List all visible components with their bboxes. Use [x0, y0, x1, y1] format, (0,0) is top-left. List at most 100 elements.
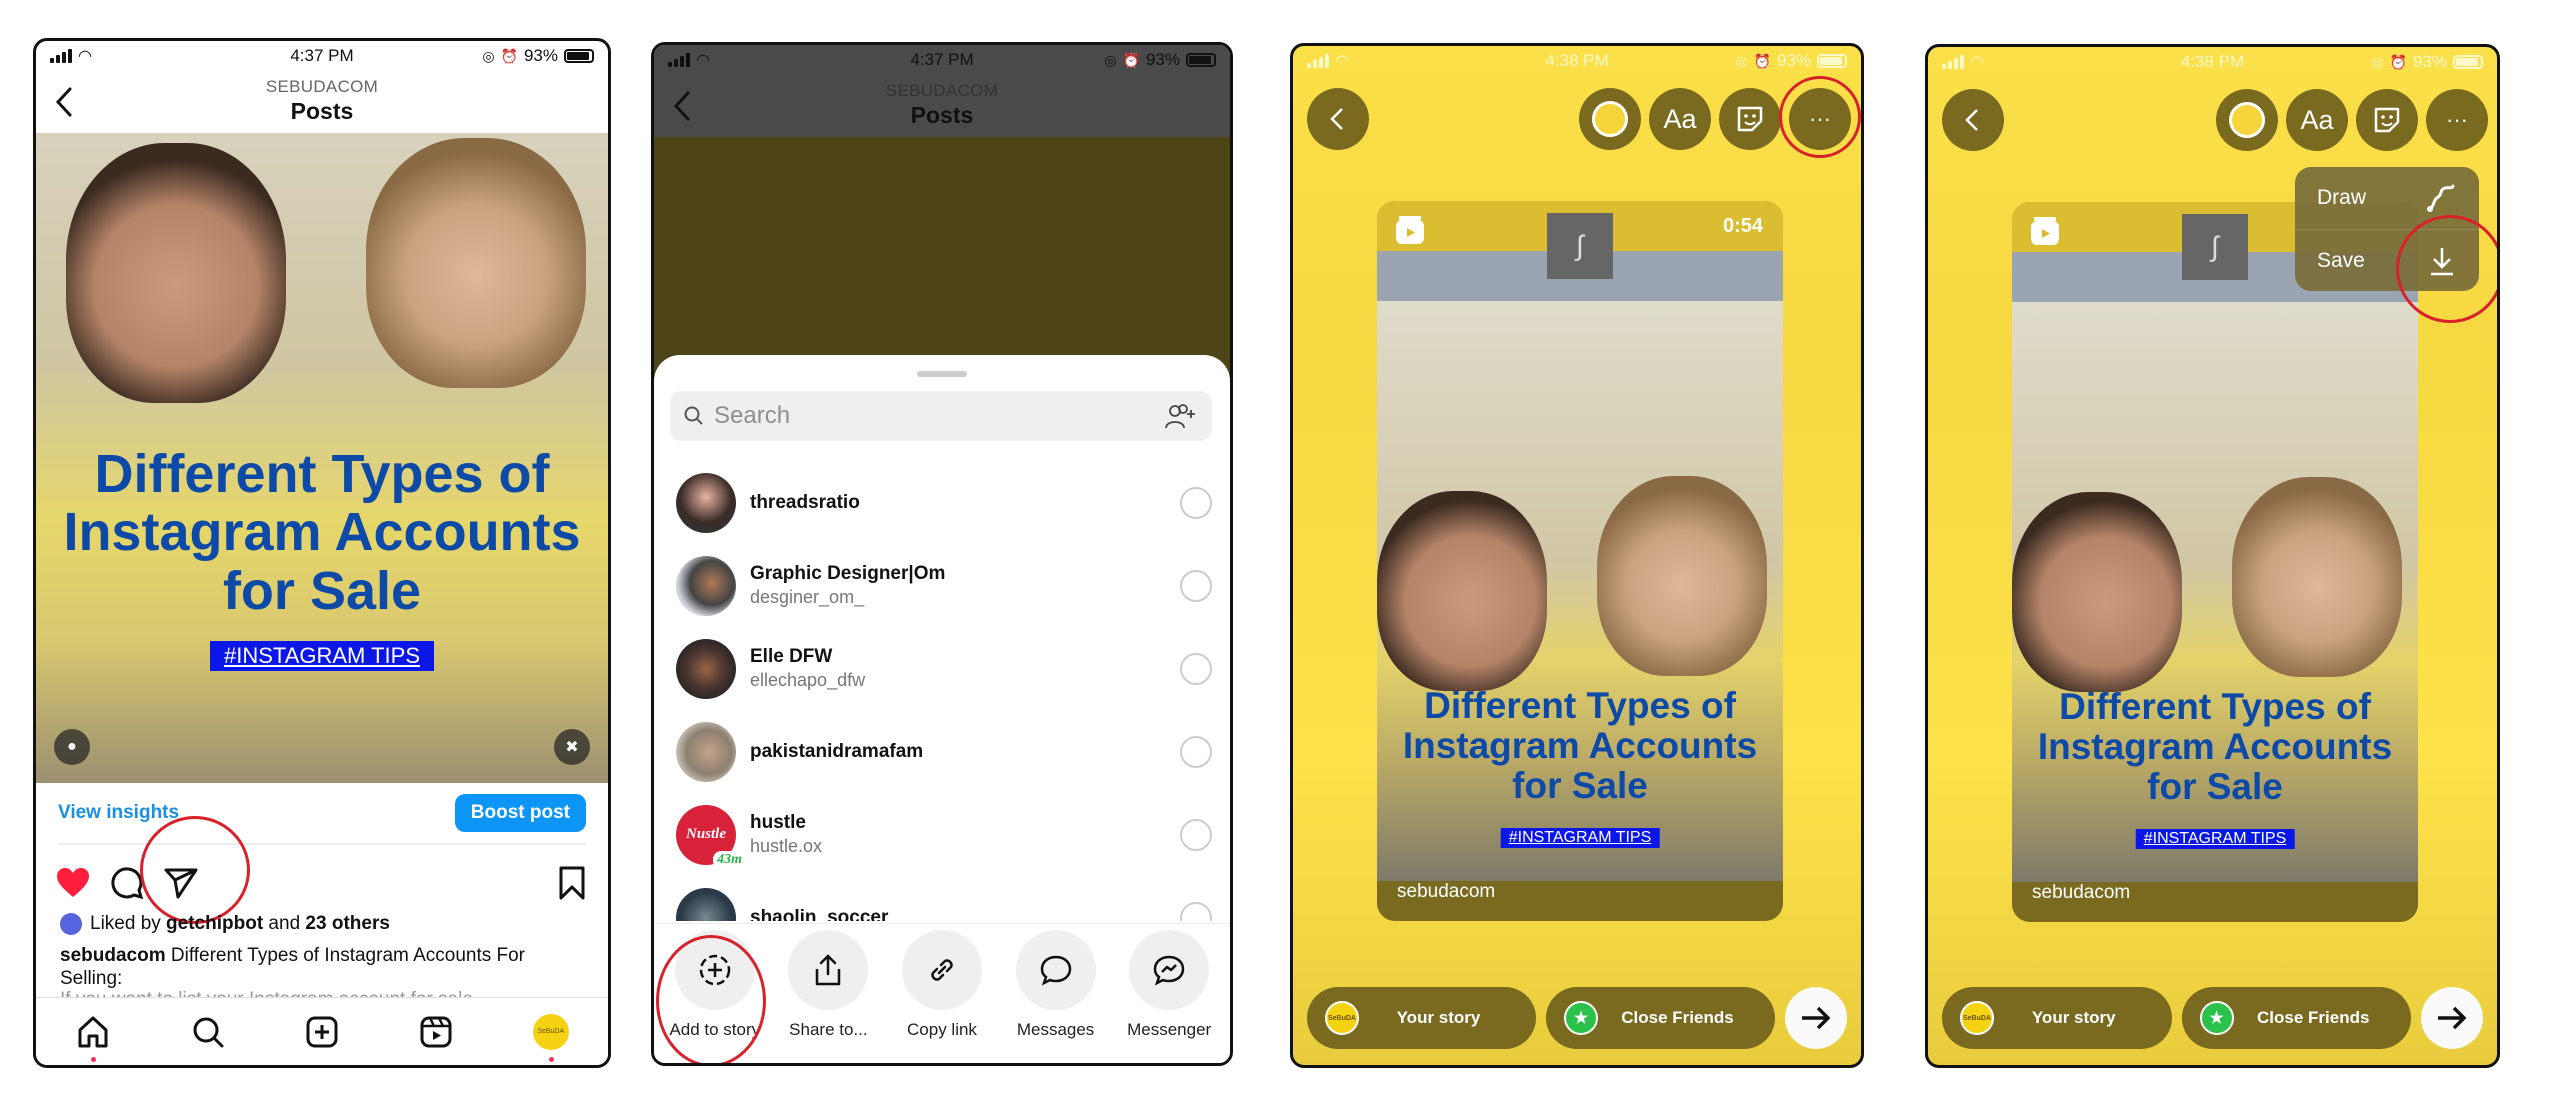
- sheet-grabber[interactable]: [917, 371, 967, 377]
- liker-username[interactable]: getchipbot: [166, 913, 263, 934]
- color-picker-button[interactable]: [1579, 88, 1641, 150]
- card-username: sebudacom: [1397, 881, 1496, 902]
- sticker-button[interactable]: [1719, 88, 1781, 150]
- sticker-icon: [1737, 106, 1763, 132]
- close-friends-star-icon: ★: [2199, 1001, 2234, 1035]
- add-to-story-button[interactable]: Add to story: [660, 930, 770, 1063]
- contact-avatar: [676, 638, 736, 699]
- view-insights-link[interactable]: View insights: [58, 802, 179, 824]
- search-icon: [684, 406, 703, 425]
- nav-home[interactable]: [73, 1012, 113, 1062]
- share-to-button[interactable]: Share to...: [773, 930, 883, 1063]
- shared-post-card[interactable]: ∫ 0:54 Different Types of Instagram Acco…: [1377, 201, 1783, 921]
- color-swatch-icon: [2229, 102, 2265, 138]
- page-header: SEBUDACOM Posts: [36, 71, 608, 133]
- color-picker-button[interactable]: [2216, 89, 2278, 151]
- lock-rotation-icon: ◎: [1735, 52, 1748, 69]
- card-headline: Different Types of Instagram Accounts fo…: [2037, 686, 2393, 807]
- back-button[interactable]: [1942, 89, 2004, 151]
- contact-row[interactable]: pakistanidramafam: [654, 710, 1230, 793]
- save-bookmark-button[interactable]: [558, 866, 586, 900]
- more-options-button[interactable]: ···: [1789, 88, 1851, 150]
- send-next-button[interactable]: [1785, 987, 1847, 1049]
- post-media[interactable]: Different Types of Instagram Accounts fo…: [36, 133, 608, 783]
- menu-item-draw[interactable]: Draw: [2295, 167, 2479, 229]
- battery-percent: 93%: [2412, 52, 2447, 71]
- mute-icon[interactable]: ✖: [554, 729, 590, 765]
- share-sheet-screen: ◠ 4:37 PM ◎ ⏰ 93% SEBUDACOM Posts thread…: [651, 42, 1233, 1066]
- contact-handle: ellechapo_dfw: [750, 670, 866, 690]
- audio-thumbnail: ∫: [1547, 213, 1613, 279]
- post-caption: sebudacom Different Types of Instagram A…: [60, 945, 526, 989]
- card-username: sebudacom: [2032, 882, 2131, 903]
- link-icon: [931, 959, 953, 981]
- liker-avatar: [60, 913, 82, 935]
- copy-link-button[interactable]: Copy link: [887, 930, 997, 1063]
- menu-item-save[interactable]: Save: [2295, 229, 2479, 291]
- send-next-button[interactable]: [2421, 987, 2483, 1049]
- close-friends-button[interactable]: ★ Close Friends: [1546, 987, 1775, 1049]
- photo-man: [2012, 492, 2182, 692]
- card-hashtag: #INSTAGRAM TIPS: [1500, 828, 1660, 848]
- more-options-menu: Draw Save: [2295, 167, 2479, 291]
- your-story-button[interactable]: SeBuDA Your story: [1942, 987, 2172, 1049]
- search-field[interactable]: [670, 391, 1212, 441]
- story-editor-screen: ◠ 4:38 PM ◎ ⏰ 93% Aa ··· ∫ 0:54 Differen…: [1290, 43, 1864, 1068]
- insights-row: View insights Boost post: [58, 783, 586, 845]
- back-button[interactable]: [50, 85, 80, 119]
- back-button[interactable]: [668, 89, 698, 123]
- tagged-people-icon[interactable]: ●: [54, 729, 90, 765]
- back-button[interactable]: [1307, 88, 1369, 150]
- contact-row[interactable]: threadsratio: [654, 461, 1230, 544]
- select-radio[interactable]: [1180, 901, 1212, 921]
- caption-username[interactable]: sebudacom: [60, 945, 166, 966]
- select-radio[interactable]: [1180, 818, 1212, 851]
- messenger-icon: [1153, 955, 1185, 986]
- battery-percent: 93%: [1145, 50, 1180, 69]
- likes-count[interactable]: 23 others: [305, 913, 389, 934]
- more-dots-icon: ···: [1809, 106, 1831, 131]
- like-button[interactable]: [56, 867, 90, 899]
- text-tool-button[interactable]: Aa: [1649, 88, 1711, 150]
- contact-avatar: [676, 721, 736, 782]
- battery-icon: [1186, 53, 1216, 67]
- contact-row[interactable]: shaolin_soccer: [654, 876, 1230, 921]
- lock-rotation-icon: ◎: [482, 47, 495, 64]
- select-radio[interactable]: [1180, 652, 1212, 685]
- contact-name: Graphic Designer|Om: [750, 563, 946, 584]
- text-tool-button[interactable]: Aa: [2286, 89, 2348, 151]
- destination-row: SeBuDA Your story ★ Close Friends: [1307, 987, 1847, 1049]
- search-input[interactable]: [714, 402, 1164, 430]
- share-button[interactable]: [164, 867, 198, 899]
- post-actions: [56, 861, 586, 905]
- nav-profile[interactable]: SeBuDA: [531, 1012, 571, 1062]
- nav-create[interactable]: [302, 1012, 342, 1052]
- nav-search[interactable]: [188, 1012, 228, 1052]
- sticker-button[interactable]: [2356, 89, 2418, 151]
- nav-reels[interactable]: [416, 1012, 456, 1052]
- more-options-button[interactable]: ···: [2426, 89, 2488, 151]
- messenger-button[interactable]: Messenger: [1114, 930, 1224, 1063]
- contact-row[interactable]: Elle DFW ellechapo_dfw: [654, 627, 1230, 710]
- add-story-icon: [699, 954, 731, 986]
- comment-button[interactable]: [110, 866, 144, 900]
- contact-row[interactable]: Graphic Designer|Om desginer_om_: [654, 544, 1230, 627]
- search-icon: [193, 1017, 224, 1047]
- active-time-badge: 43m: [713, 850, 746, 869]
- boost-post-button[interactable]: Boost post: [454, 794, 586, 832]
- arrow-right-icon: [1802, 1006, 1831, 1030]
- messages-button[interactable]: Messages: [1001, 930, 1111, 1063]
- add-people-icon[interactable]: [1164, 402, 1198, 430]
- select-radio[interactable]: [1180, 486, 1212, 519]
- select-radio[interactable]: [1180, 735, 1212, 768]
- your-story-button[interactable]: SeBuDA Your story: [1307, 987, 1536, 1049]
- reel-icon: [1396, 216, 1424, 244]
- contact-row[interactable]: Nustle 43m hustle hustle.ox: [654, 793, 1230, 876]
- close-friends-button[interactable]: ★ Close Friends: [2181, 987, 2411, 1049]
- select-radio[interactable]: [1180, 569, 1212, 602]
- page-title: Posts: [290, 98, 354, 124]
- contact-handle: desginer_om_: [750, 587, 865, 607]
- shared-post-card[interactable]: ∫ Different Types of Instagram Accounts …: [2012, 202, 2418, 922]
- likes-summary: Liked by getchipbot and 23 others: [60, 913, 390, 935]
- status-bar: ◠ 4:38 PM ◎ ⏰ 93%: [1293, 46, 1861, 76]
